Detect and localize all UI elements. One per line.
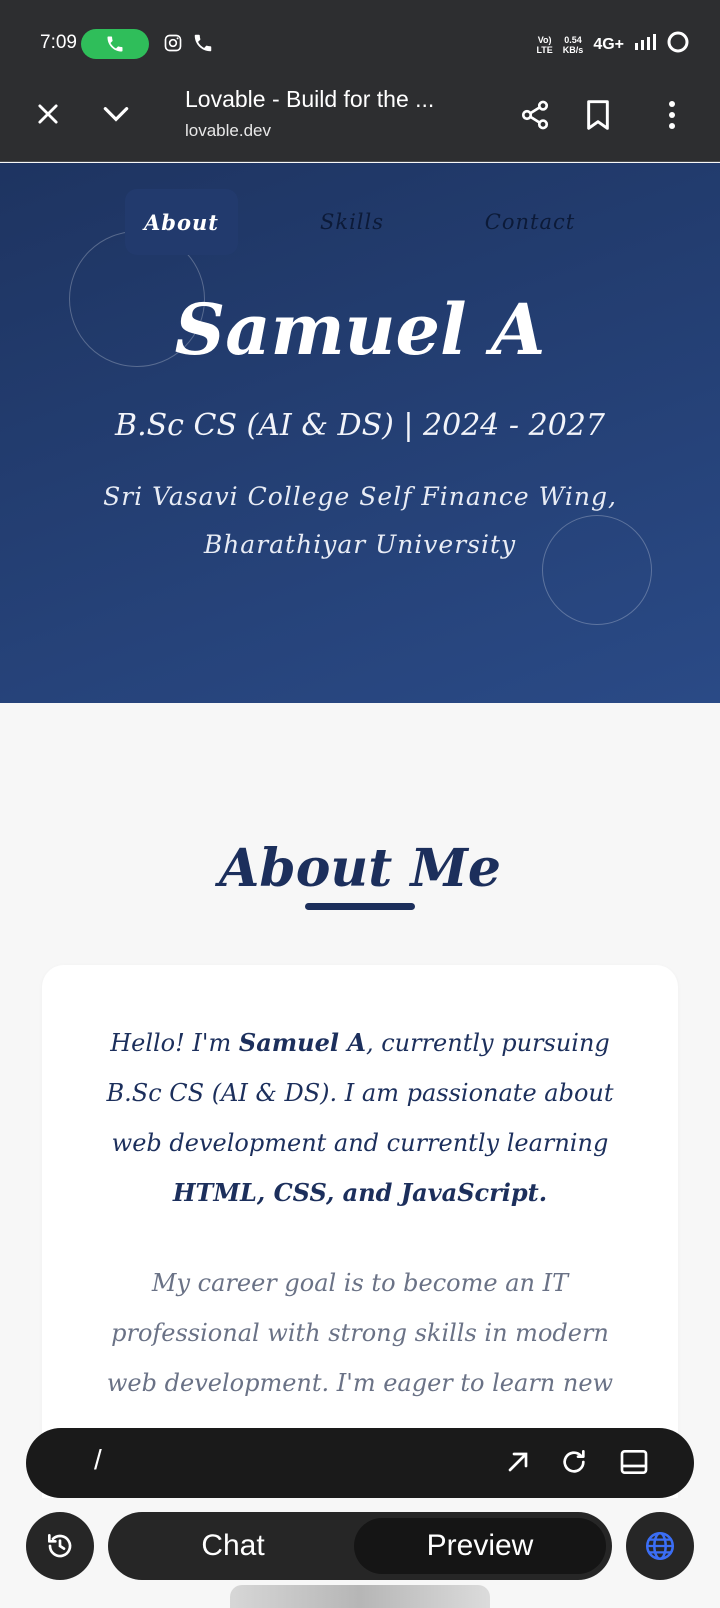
phone-call-icon	[107, 36, 123, 52]
nav-contact[interactable]: Contact	[475, 189, 585, 255]
status-time: 7:09	[40, 32, 77, 53]
nav-about[interactable]: About	[125, 189, 238, 255]
panel-toggle-icon[interactable]	[618, 1446, 650, 1482]
history-icon	[48, 1534, 72, 1558]
publish-button[interactable]	[626, 1512, 694, 1580]
about-heading: About Me	[219, 838, 501, 899]
phone-icon	[192, 32, 214, 58]
network-speed: 0.54 KB/s	[562, 34, 584, 55]
share-icon[interactable]	[514, 94, 556, 136]
highlight-name: Samuel A	[238, 1028, 366, 1057]
hero-college: Sri Vasavi College Self Finance Wing, Bh…	[103, 482, 617, 559]
hero-degree: B.Sc CS (AI & DS) | 2024 - 2027	[115, 408, 605, 443]
hero-section: About Skills Contact Samuel A B.Sc CS (A…	[0, 163, 720, 703]
open-external-icon[interactable]	[502, 1446, 534, 1482]
volte-indicator: Vo) LTE	[536, 34, 553, 55]
refresh-icon[interactable]	[558, 1446, 590, 1482]
ongoing-call-pill[interactable]	[81, 29, 149, 59]
content-peek	[230, 1585, 490, 1608]
chevron-down-icon[interactable]	[96, 94, 136, 134]
signal-icon	[634, 33, 656, 56]
bookmark-icon[interactable]	[578, 94, 618, 136]
network-type: 4G+	[593, 35, 624, 53]
chat-preview-toggle: Chat Preview	[108, 1512, 612, 1580]
status-bar: 7:09 Vo) LTE 0.54 KB/s 4G+	[0, 0, 720, 80]
about-intro-text: Hello! I'm Samuel A, currently pursuing …	[106, 1028, 614, 1207]
page-url[interactable]: lovable.dev	[185, 121, 271, 141]
hero-name: Samuel A	[174, 288, 546, 371]
about-goal-text: My career goal is to become an IT profes…	[106, 1269, 614, 1397]
battery-ring-icon	[666, 30, 690, 59]
route-path-input[interactable]: /	[94, 1444, 102, 1476]
heading-underline	[305, 903, 415, 910]
highlight-skills: HTML, CSS, and JavaScript.	[172, 1178, 548, 1207]
more-options-icon[interactable]	[652, 94, 692, 136]
page-title: Lovable - Build for the ...	[185, 86, 435, 112]
nav-skills[interactable]: Skills	[300, 189, 404, 255]
history-button[interactable]	[26, 1512, 94, 1580]
preview-url-bar: /	[26, 1428, 694, 1498]
instagram-icon	[163, 33, 183, 57]
chat-tab[interactable]: Chat	[108, 1512, 358, 1580]
close-icon[interactable]	[28, 94, 68, 134]
globe-icon	[645, 1531, 675, 1561]
preview-tab[interactable]: Preview	[354, 1518, 606, 1574]
